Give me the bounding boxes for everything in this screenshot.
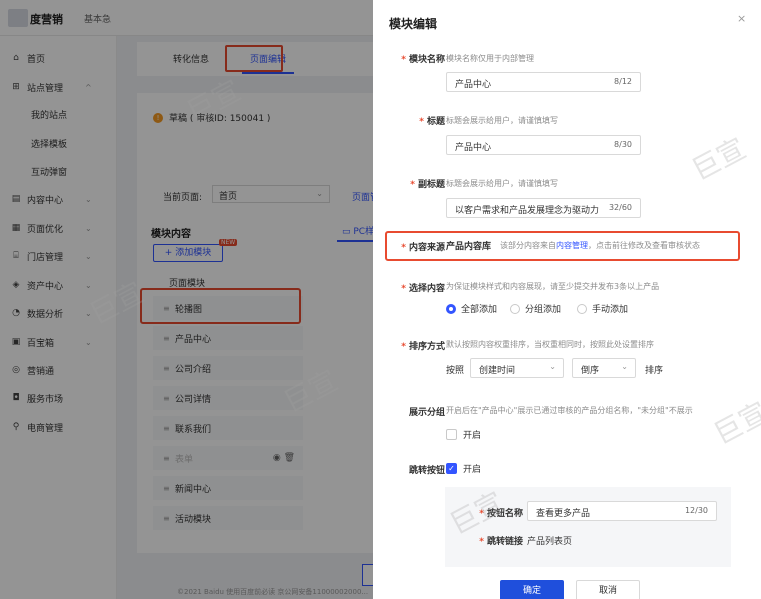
module-name-hint: 模块名称仅用于内部管理 xyxy=(446,54,534,63)
sort-label: * 排序方式 xyxy=(401,342,445,352)
radio-add-all[interactable]: 全部添加 xyxy=(446,302,497,315)
subtitle-hint: 标题会展示给用户，请谨慎填写 xyxy=(446,179,558,188)
title-value: 产品中心 xyxy=(455,143,492,153)
subtitle-label-text: 副标题 xyxy=(417,180,445,190)
button-name-value: 查看更多产品 xyxy=(536,509,591,519)
check-icon: ✓ xyxy=(446,463,457,474)
jump-button-checkbox[interactable]: ✓ 开启 xyxy=(446,462,481,475)
content-source-hint-before: 该部分内容来自 xyxy=(500,241,556,250)
radio-dot xyxy=(577,303,587,314)
drawer-title: 模块编辑 xyxy=(389,17,438,31)
button-name-label-text: 按钮名称 xyxy=(486,509,523,519)
close-icon[interactable]: × xyxy=(737,12,746,25)
checkbox-box xyxy=(446,429,457,440)
button-name-label: * 按钮名称 xyxy=(479,509,523,519)
radio-add-by-group[interactable]: 分组添加 xyxy=(510,302,561,315)
sort-order-value: 倒序 xyxy=(581,366,600,376)
module-name-count: 8/12 xyxy=(614,77,632,86)
group-display-hint: 开启后在"产品中心"展示已通过审核的产品分组名称，"未分组"不展示 xyxy=(446,406,693,415)
radio-add-by-group-label: 分组添加 xyxy=(525,305,562,315)
select-content-label: * 选择内容 xyxy=(401,284,445,294)
jump-button-label: 跳转按钮 xyxy=(408,466,445,476)
subtitle-value: 以客户需求和产品发展理念为驱动力 xyxy=(455,206,600,216)
jump-button-toggle-label: 开启 xyxy=(463,465,482,475)
button-name-input[interactable]: 查看更多产品 12/30 xyxy=(527,501,717,521)
chevron-down-icon: ⌄ xyxy=(549,362,556,371)
radio-dot xyxy=(446,303,456,314)
group-display-label: 展示分组 xyxy=(408,408,445,418)
chevron-down-icon: ⌄ xyxy=(621,362,628,371)
title-count: 8/30 xyxy=(614,140,632,149)
module-edit-drawer: 模块编辑 × * 模块名称 模块名称仅用于内部管理 产品中心 8/12 * 标题 标… xyxy=(373,0,761,599)
title-label-text: 标题 xyxy=(426,117,445,127)
subtitle-input[interactable]: 以客户需求和产品发展理念为驱动力 32/60 xyxy=(446,198,641,218)
radio-dot xyxy=(510,303,520,314)
content-source-hint: 该部分内容来自内容管理，点击前往修改及查看审核状态 xyxy=(500,240,700,251)
confirm-button[interactable]: 确定 xyxy=(500,580,564,599)
radio-add-manually[interactable]: 手动添加 xyxy=(577,302,628,315)
jump-link-value[interactable]: 产品列表页 xyxy=(527,534,572,547)
content-source-label-text: 内容来源 xyxy=(408,243,445,253)
modal-overlay[interactable] xyxy=(0,0,373,599)
jump-link-label: * 跳转链接 xyxy=(479,537,523,547)
module-name-label-text: 模块名称 xyxy=(408,55,445,65)
jump-link-label-text: 跳转链接 xyxy=(486,537,523,547)
content-source-hint-after: ，点击前往修改及查看审核状态 xyxy=(588,241,700,250)
title-hint: 标题会展示给用户，请谨慎填写 xyxy=(446,116,558,125)
sort-order-select[interactable]: 倒序 ⌄ xyxy=(572,358,636,378)
sort-field-select[interactable]: 创建时间 ⌄ xyxy=(470,358,564,378)
subtitle-count: 32/60 xyxy=(605,203,632,212)
title-label: * 标题 xyxy=(419,117,445,127)
select-content-label-text: 选择内容 xyxy=(408,284,445,294)
select-content-hint: 为保证模块样式和内容展现，请至少提交并发布3条以上产品 xyxy=(446,282,660,291)
sort-label-text: 排序方式 xyxy=(408,342,445,352)
module-name-input[interactable]: 产品中心 8/12 xyxy=(446,72,641,92)
content-source-label: * 内容来源 xyxy=(401,243,445,253)
jump-button-settings: * 按钮名称 查看更多产品 12/30 * 跳转链接 产品列表页 xyxy=(445,487,731,567)
content-source-value: 产品内容库 xyxy=(446,242,492,252)
cancel-button[interactable]: 取消 xyxy=(576,580,640,599)
sort-suffix: 排序 xyxy=(645,366,664,376)
sort-hint: 默认按照内容权重排序，当权重相同时，按照此处设置排序 xyxy=(446,340,654,349)
button-name-count: 12/30 xyxy=(684,506,708,515)
subtitle-label: * 副标题 xyxy=(410,180,445,190)
radio-add-all-label: 全部添加 xyxy=(461,305,498,315)
module-name-label: * 模块名称 xyxy=(401,55,445,65)
module-name-value: 产品中心 xyxy=(455,80,492,90)
radio-add-manually-label: 手动添加 xyxy=(592,305,629,315)
sort-field-value: 创建时间 xyxy=(479,366,516,376)
sort-prefix: 按照 xyxy=(446,366,465,376)
title-input[interactable]: 产品中心 8/30 xyxy=(446,135,641,155)
group-display-checkbox[interactable]: 开启 xyxy=(446,428,481,441)
content-management-link[interactable]: 内容管理 xyxy=(556,241,588,250)
group-display-toggle-label: 开启 xyxy=(463,431,482,441)
